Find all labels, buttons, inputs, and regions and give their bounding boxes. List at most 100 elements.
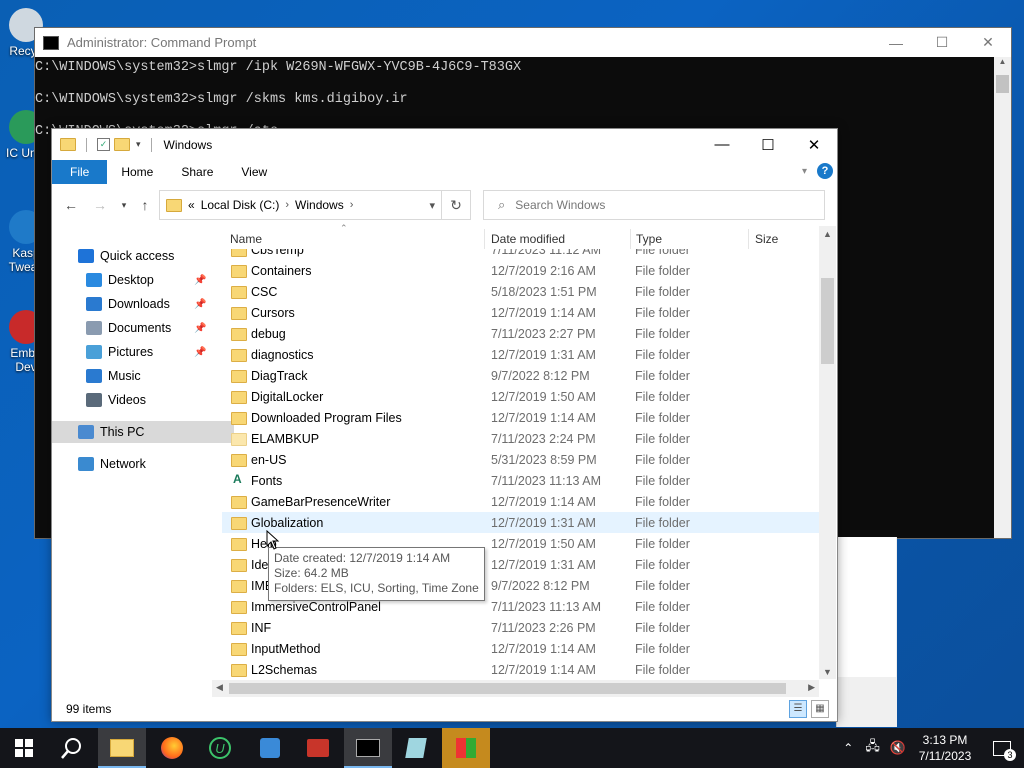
breadcrumb-overflow[interactable]: « xyxy=(188,198,195,212)
taskbar-app-red[interactable] xyxy=(294,728,342,768)
help-icon[interactable]: ? xyxy=(817,163,833,179)
file-row[interactable]: DigitalLocker 12/7/2019 1:50 AM File folde… xyxy=(222,386,820,407)
divider[interactable] xyxy=(748,229,749,249)
expand-ribbon-icon[interactable]: ▾ xyxy=(802,166,807,177)
explorer-close-button[interactable]: ✕ xyxy=(791,129,837,160)
divider[interactable] xyxy=(484,229,485,249)
horizontal-scroll-thumb[interactable] xyxy=(229,683,786,694)
sidebar-item-quick-access[interactable]: Quick access xyxy=(78,245,174,267)
breadcrumb-local-disk[interactable]: Local Disk (C:) xyxy=(201,198,280,212)
volume-muted-icon[interactable]: 🔇 xyxy=(890,740,906,756)
scroll-up-arrow-icon[interactable]: ▲ xyxy=(819,229,836,239)
explorer-minimize-button[interactable]: — xyxy=(699,129,745,160)
file-row[interactable]: Containers 12/7/2019 2:16 AM File folder xyxy=(222,260,820,281)
taskbar-app-installer[interactable] xyxy=(442,728,490,768)
chevron-down-icon[interactable]: ▾ xyxy=(136,139,141,150)
address-bar[interactable]: « Local Disk (C:) › Windows › ▾ xyxy=(159,190,442,220)
breadcrumb-windows[interactable]: Windows xyxy=(295,198,344,212)
column-name[interactable]: Name xyxy=(230,232,262,246)
tab-file[interactable]: File xyxy=(52,160,108,184)
search-button[interactable] xyxy=(48,728,96,768)
file-row[interactable]: InputMethod 12/7/2019 1:14 AM File folder xyxy=(222,638,820,659)
file-explorer-window[interactable]: ✓ ▾ Windows — ☐ ✕ File Home Share View ▾… xyxy=(51,128,838,722)
scroll-right-arrow-icon[interactable]: ▶ xyxy=(808,682,815,693)
file-row[interactable]: A Fonts 7/11/2023 11:13 AM File folder xyxy=(222,470,820,491)
file-row[interactable]: DiagTrack 9/7/2022 8:12 PM File folder xyxy=(222,365,820,386)
cmd-scrollbar[interactable]: ▲ xyxy=(994,57,1011,538)
back-arrow-icon[interactable]: ← xyxy=(59,197,83,213)
breadcrumb-chevron-icon[interactable]: › xyxy=(285,199,289,211)
file-row[interactable]: Downloaded Program Files 12/7/2019 1:14 A… xyxy=(222,407,820,428)
taskbar-app-network[interactable] xyxy=(246,728,294,768)
file-row[interactable]: Globalization 12/7/2019 1:31 AM File folde… xyxy=(222,512,820,533)
column-date-modified[interactable]: Date modified xyxy=(491,232,565,246)
scroll-down-arrow-icon[interactable]: ▼ xyxy=(819,667,836,677)
file-row[interactable]: Cursors 12/7/2019 1:14 AM File folder xyxy=(222,302,820,323)
file-row[interactable]: L2Schemas 12/7/2019 1:14 AM File folder xyxy=(222,659,820,677)
file-list[interactable]: CbsTemp 7/11/2023 11:12 AM File folder Cont… xyxy=(222,249,820,677)
search-input[interactable]: Search Windows xyxy=(515,198,605,212)
file-row[interactable]: CSC 5/18/2023 1:51 PM File folder xyxy=(222,281,820,302)
scroll-up-arrow-icon[interactable]: ▲ xyxy=(994,57,1011,71)
sidebar-item-network[interactable]: Network xyxy=(78,453,146,475)
column-type[interactable]: Type xyxy=(636,232,662,246)
sidebar-item-pictures[interactable]: Pictures 📌 xyxy=(86,341,206,363)
file-list-horizontal-scrollbar[interactable]: ◀ ▶ xyxy=(212,680,819,697)
vertical-scroll-thumb[interactable] xyxy=(821,278,834,364)
tab-view[interactable]: View xyxy=(227,160,281,184)
search-box[interactable]: ⌕ Search Windows xyxy=(483,190,825,220)
explorer-maximize-button[interactable]: ☐ xyxy=(745,129,791,160)
sidebar-item-desktop[interactable]: Desktop 📌 xyxy=(86,269,206,291)
sidebar-item-documents[interactable]: Documents 📌 xyxy=(86,317,206,339)
notification-center-button[interactable]: 3 xyxy=(980,728,1024,768)
file-row[interactable]: en-US 5/31/2023 8:59 PM File folder xyxy=(222,449,820,470)
file-row[interactable]: diagnostics 12/7/2019 1:31 AM File folder xyxy=(222,344,820,365)
clock[interactable]: 3:13 PM 7/11/2023 xyxy=(910,732,980,764)
pin-icon[interactable]: 📌 xyxy=(194,275,206,286)
cmd-scroll-thumb[interactable] xyxy=(996,75,1009,93)
properties-icon[interactable]: ✓ xyxy=(97,138,110,151)
explorer-titlebar[interactable]: ✓ ▾ Windows — ☐ ✕ xyxy=(52,129,837,160)
file-row[interactable]: CbsTemp 7/11/2023 11:12 AM File folder xyxy=(222,249,820,260)
cmd-icon xyxy=(356,739,380,757)
scroll-left-arrow-icon[interactable]: ◀ xyxy=(216,682,223,693)
file-row[interactable]: GameBarPresenceWriter 12/7/2019 1:14 AM Fi… xyxy=(222,491,820,512)
refresh-button[interactable]: ↻ xyxy=(441,190,471,220)
file-row[interactable]: ELAMBKUP 7/11/2023 2:24 PM File folder xyxy=(222,428,820,449)
file-list-vertical-scrollbar[interactable]: ▲ ▼ xyxy=(819,226,836,679)
taskbar-firefox[interactable] xyxy=(148,728,196,768)
cmd-titlebar[interactable]: Administrator: Command Prompt — ☐ ✕ xyxy=(35,28,1011,57)
file-row[interactable]: debug 7/11/2023 2:27 PM File folder xyxy=(222,323,820,344)
file-row[interactable]: INF 7/11/2023 2:26 PM File folder xyxy=(222,617,820,638)
taskbar-uninstaller[interactable]: U xyxy=(196,728,244,768)
new-folder-icon[interactable] xyxy=(114,138,130,151)
sidebar-item-downloads[interactable]: Downloads 📌 xyxy=(86,293,206,315)
cmd-close-button[interactable]: ✕ xyxy=(965,28,1011,57)
taskbar-command-prompt[interactable] xyxy=(344,728,392,768)
sidebar-item-videos[interactable]: Videos xyxy=(86,389,146,411)
tooltip-date-created: Date created: 12/7/2019 1:14 AM xyxy=(274,551,451,565)
tab-share[interactable]: Share xyxy=(167,160,227,184)
column-size[interactable]: Size xyxy=(755,232,778,246)
details-view-icon[interactable]: ☰ xyxy=(789,700,807,718)
tab-home[interactable]: Home xyxy=(107,160,167,184)
start-button[interactable] xyxy=(0,728,48,768)
up-arrow-icon[interactable]: ↑ xyxy=(133,197,157,213)
sidebar-item-music[interactable]: Music xyxy=(86,365,141,387)
large-icons-view-icon[interactable]: ▦ xyxy=(811,700,829,718)
sidebar-item-this-pc[interactable]: This PC xyxy=(52,421,234,443)
cmd-minimize-button[interactable]: — xyxy=(873,28,919,57)
document-icon xyxy=(86,321,102,335)
taskbar-file-explorer[interactable] xyxy=(98,728,146,768)
network-status-icon[interactable]: 🖧 xyxy=(865,737,880,759)
divider[interactable] xyxy=(630,229,631,249)
address-dropdown-icon[interactable]: ▾ xyxy=(429,199,435,212)
pin-icon[interactable]: 📌 xyxy=(194,347,206,358)
breadcrumb-chevron-icon[interactable]: › xyxy=(350,199,354,211)
cmd-maximize-button[interactable]: ☐ xyxy=(919,28,965,57)
forward-arrow-icon[interactable]: → xyxy=(88,197,112,213)
show-hidden-icons-icon[interactable]: ⌃ xyxy=(843,741,853,755)
taskbar-app-notepad[interactable] xyxy=(392,728,440,768)
pin-icon[interactable]: 📌 xyxy=(194,323,206,334)
pin-icon[interactable]: 📌 xyxy=(194,299,206,310)
